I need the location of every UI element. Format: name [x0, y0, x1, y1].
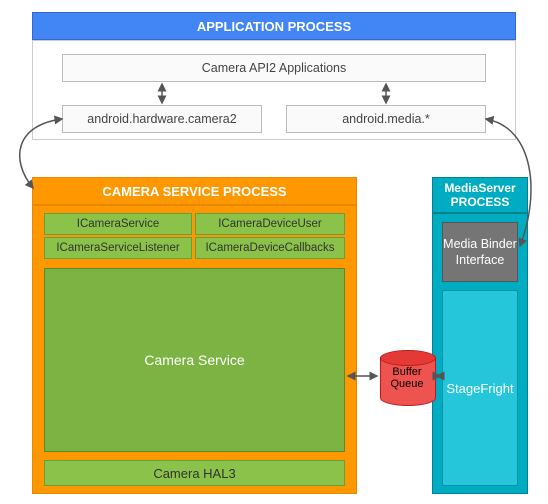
buffer-label-1: Buffer: [392, 366, 421, 378]
icameraservicelistener: ICameraServiceListener: [44, 237, 192, 259]
buffer-queue: Buffer Queue: [380, 350, 434, 400]
camera-service-main: Camera Service: [44, 268, 345, 452]
mediaserver-header: MediaServer PROCESS: [432, 177, 528, 213]
camera-hal3: Camera HAL3: [44, 460, 345, 486]
media-binder-interface: Media Binder Interface: [442, 222, 518, 282]
icameradeviceuser: ICameraDeviceUser: [195, 213, 345, 235]
camera-service-header: CAMERA SERVICE PROCESS: [32, 177, 357, 205]
media-box: android.media.*: [286, 105, 486, 133]
icameradevicecallbacks: ICameraDeviceCallbacks: [195, 237, 345, 259]
api2-applications: Camera API2 Applications: [62, 54, 486, 82]
stagefright: StageFright: [442, 290, 518, 486]
hw-camera2-box: android.hardware.camera2: [62, 105, 262, 133]
buffer-label-2: Queue: [390, 378, 423, 390]
icameraservice: ICameraService: [44, 213, 192, 235]
app-process-header: APPLICATION PROCESS: [32, 12, 516, 40]
